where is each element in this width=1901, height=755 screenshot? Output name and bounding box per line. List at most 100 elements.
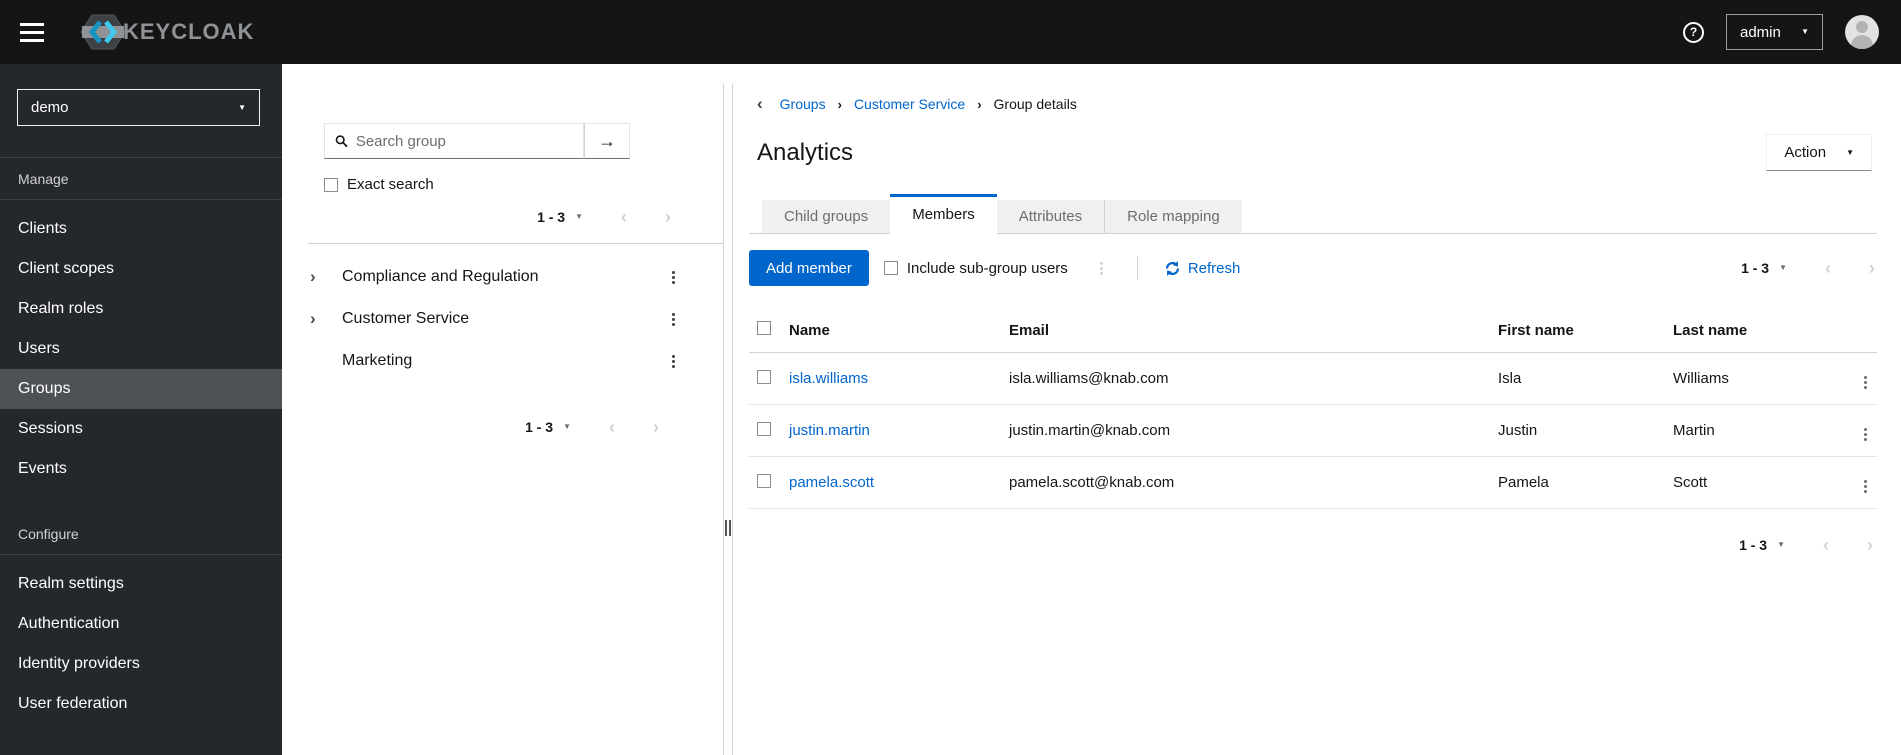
members-toolbar: Add member Include sub-group users Refre… (749, 250, 1877, 286)
nav-section-title: Manage (0, 158, 282, 200)
kebab-menu-icon[interactable] (670, 269, 677, 286)
current-realm: demo (31, 99, 69, 116)
sidebar-item-groups[interactable]: Groups (0, 369, 282, 409)
group-tree-pagination-top: 1 - 3 ▼ ‹ › (282, 208, 671, 226)
expand-chevron-icon[interactable]: › (310, 267, 330, 287)
avatar-head (1856, 21, 1868, 33)
group-name[interactable]: Compliance and Regulation (342, 268, 670, 286)
tab-child-groups[interactable]: Child groups (762, 200, 891, 233)
tab-role-mapping[interactable]: Role mapping (1104, 200, 1242, 233)
breadcrumb-link-customer-service[interactable]: Customer Service (854, 96, 965, 112)
member-email: isla.williams@knab.com (1009, 352, 1498, 405)
group-tree-pagination-bottom: 1 - 3 ▼ ‹ › (282, 418, 659, 436)
member-email: pamela.scott@knab.com (1009, 456, 1498, 509)
group-name[interactable]: Marketing (342, 352, 670, 370)
nav-section-configure: Configure Realm settings Authentication … (0, 513, 282, 724)
pagination-menu-toggle[interactable]: ▼ (1779, 264, 1787, 272)
next-page-button[interactable]: › (665, 208, 671, 226)
sidebar-item-sessions[interactable]: Sessions (0, 409, 282, 449)
group-tree: › Compliance and Regulation › Customer S… (282, 256, 723, 382)
arrow-right-icon: → (598, 130, 616, 151)
column-header-name[interactable]: Name (789, 311, 1009, 353)
next-page-button[interactable]: › (653, 418, 659, 436)
include-subgroups-checkbox[interactable] (883, 261, 898, 275)
toolbar-kebab-menu-icon[interactable] (1098, 260, 1105, 277)
kebab-menu-icon[interactable] (670, 311, 677, 328)
include-subgroups-label: Include sub-group users (906, 259, 1068, 277)
tab-members[interactable]: Members (890, 194, 997, 234)
expand-chevron-icon[interactable]: › (310, 309, 330, 329)
sidebar-item-client-scopes[interactable]: Client scopes (0, 249, 282, 289)
previous-page-button[interactable]: ‹ (1825, 259, 1831, 277)
pagination-menu-toggle[interactable]: ▼ (563, 423, 571, 431)
column-header-email[interactable]: Email (1009, 311, 1498, 353)
previous-page-button[interactable]: ‹ (1823, 536, 1829, 554)
next-page-button[interactable]: › (1867, 536, 1873, 554)
refresh-icon (1165, 260, 1179, 276)
table-row: isla.williams isla.williams@knab.com Isl… (749, 352, 1877, 405)
exact-search-checkbox[interactable] (324, 177, 338, 192)
tree-item-customer-service[interactable]: › Customer Service (282, 298, 723, 340)
sidebar-item-identity-providers[interactable]: Identity providers (0, 644, 282, 684)
group-details-content: ‹ Groups › Customer Service › Group deta… (733, 64, 1901, 755)
member-username-link[interactable]: pamela.scott (789, 474, 874, 491)
splitter-grip-icon[interactable] (725, 520, 731, 536)
global-nav-toggle-button[interactable] (16, 17, 48, 48)
user-name: admin (1740, 23, 1781, 41)
sidebar-item-realm-settings[interactable]: Realm settings (0, 564, 282, 604)
row-checkbox[interactable] (757, 421, 771, 436)
sidebar-item-clients[interactable]: Clients (0, 209, 282, 249)
sidebar-item-authentication[interactable]: Authentication (0, 604, 282, 644)
member-last-name: Williams (1673, 352, 1851, 405)
kebab-menu-icon[interactable] (670, 353, 677, 370)
member-first-name: Isla (1498, 352, 1673, 405)
pagination-menu-toggle[interactable]: ▼ (1777, 541, 1785, 549)
refresh-button[interactable]: Refresh (1165, 260, 1240, 277)
realm-selector[interactable]: demo ▼ (17, 89, 260, 126)
member-username-link[interactable]: justin.martin (789, 422, 870, 439)
row-checkbox[interactable] (757, 473, 771, 488)
help-icon[interactable]: ? (1683, 21, 1704, 43)
group-search-box (324, 123, 584, 159)
pagination-range: 1 - 3 (525, 419, 554, 435)
tree-item-marketing[interactable]: Marketing (282, 340, 723, 382)
sidebar-item-events[interactable]: Events (0, 449, 282, 489)
sidebar-item-user-federation[interactable]: User federation (0, 684, 282, 724)
sidebar-nav: demo ▼ Manage Clients Client scopes Real… (0, 64, 282, 755)
avatar[interactable] (1845, 15, 1879, 49)
member-username-link[interactable]: isla.williams (789, 370, 868, 387)
user-menu-dropdown[interactable]: admin ▼ (1726, 14, 1823, 50)
avatar-body (1851, 35, 1873, 49)
action-dropdown-button[interactable]: Action ▼ (1766, 134, 1872, 171)
back-chevron-icon[interactable]: ‹ (757, 94, 763, 114)
column-header-first-name[interactable]: First name (1498, 311, 1673, 353)
row-checkbox[interactable] (757, 369, 771, 384)
breadcrumb-separator-icon: › (837, 96, 842, 112)
previous-page-button[interactable]: ‹ (621, 208, 627, 226)
add-member-button[interactable]: Add member (749, 250, 869, 286)
group-name[interactable]: Customer Service (342, 310, 670, 328)
tree-item-compliance-and-regulation[interactable]: › Compliance and Regulation (282, 256, 723, 298)
table-row: justin.martin justin.martin@knab.com Jus… (749, 404, 1877, 457)
column-header-last-name[interactable]: Last name (1673, 311, 1851, 353)
sidebar-item-users[interactable]: Users (0, 329, 282, 369)
panel-splitter[interactable] (723, 84, 733, 755)
select-all-checkbox[interactable] (757, 321, 771, 335)
row-kebab-menu-icon[interactable] (1862, 374, 1869, 391)
search-submit-button[interactable]: → (584, 123, 630, 159)
pagination-menu-toggle[interactable]: ▼ (575, 213, 583, 221)
tab-attributes[interactable]: Attributes (996, 200, 1105, 233)
title-row: Analytics Action ▼ (757, 134, 1877, 171)
breadcrumb-link-groups[interactable]: Groups (780, 96, 826, 112)
row-kebab-menu-icon[interactable] (1862, 478, 1869, 495)
exact-search-option: Exact search (324, 176, 723, 193)
sidebar-item-realm-roles[interactable]: Realm roles (0, 289, 282, 329)
search-group-input[interactable] (355, 132, 583, 150)
brand-text: KEYCLOAK (123, 19, 255, 44)
breadcrumb-current: Group details (993, 96, 1077, 112)
member-email: justin.martin@knab.com (1009, 404, 1498, 457)
row-kebab-menu-icon[interactable] (1862, 426, 1869, 443)
previous-page-button[interactable]: ‹ (609, 418, 615, 436)
masthead: KEYCLOAK ? admin ▼ (0, 0, 1901, 64)
next-page-button[interactable]: › (1869, 259, 1875, 277)
